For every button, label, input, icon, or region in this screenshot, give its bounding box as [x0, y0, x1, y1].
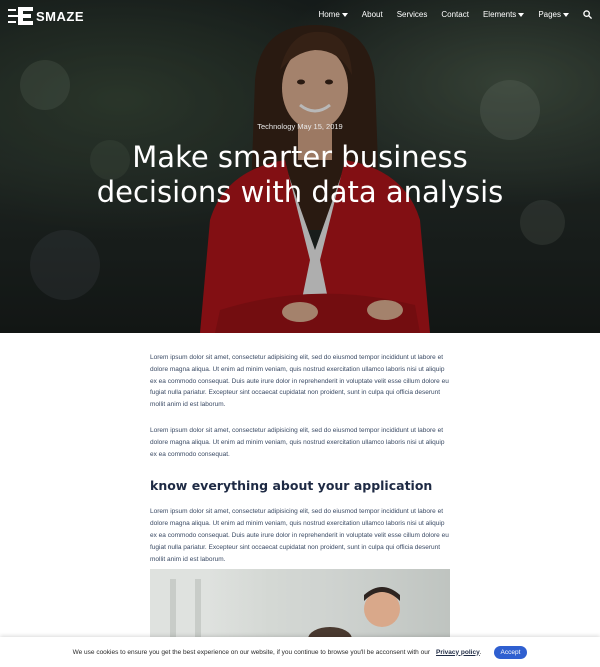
cookie-banner: We use cookies to ensure you get the bes…: [0, 637, 600, 667]
nav-label: Services: [396, 10, 428, 19]
article-subheading: know everything about your application: [150, 478, 433, 494]
logo-mark-icon: [8, 7, 33, 25]
nav-item-elements[interactable]: Elements: [482, 10, 525, 19]
post-title: Make smarter business decisions with dat…: [96, 140, 504, 209]
top-navigation: SMAZE Home About Services Contact Elemen…: [0, 0, 600, 32]
nav-label: Home: [318, 10, 340, 19]
nav-item-services[interactable]: Services: [397, 10, 428, 19]
cookie-message: We use cookies to ensure you get the bes…: [72, 648, 430, 656]
chevron-down-icon: [518, 12, 525, 17]
article-body: Lorem ipsum dolor sit amet, consectetur …: [150, 352, 450, 579]
cookie-suffix: .: [479, 648, 482, 656]
brand-name: SMAZE: [36, 8, 84, 24]
nav-label: Contact: [441, 10, 469, 19]
nav-item-home[interactable]: Home: [318, 10, 348, 19]
nav-label: Elements: [482, 10, 517, 19]
article-paragraph: Lorem ipsum dolor sit amet, consectetur …: [150, 426, 445, 458]
accept-cookies-button[interactable]: Accept: [493, 645, 528, 659]
nav-item-about[interactable]: About: [362, 10, 383, 19]
nav-item-contact[interactable]: Contact: [441, 10, 469, 19]
site-logo[interactable]: SMAZE: [8, 6, 84, 26]
nav-item-pages[interactable]: Pages: [538, 10, 569, 19]
post-meta: Technology May 15, 2019: [257, 122, 343, 131]
article-paragraph: Lorem ipsum dolor sit amet, consectetur …: [150, 508, 449, 563]
privacy-policy-link[interactable]: Privacy policy: [436, 649, 480, 656]
search-icon[interactable]: [583, 10, 592, 19]
chevron-down-icon: [341, 12, 348, 17]
article-paragraph: Lorem ipsum dolor sit amet, consectetur …: [150, 354, 449, 409]
nav-label: Pages: [538, 10, 561, 19]
chevron-down-icon: [563, 12, 569, 17]
nav-label: About: [361, 10, 383, 19]
main-menu: Home About Services Contact Elements Pag…: [318, 10, 592, 19]
